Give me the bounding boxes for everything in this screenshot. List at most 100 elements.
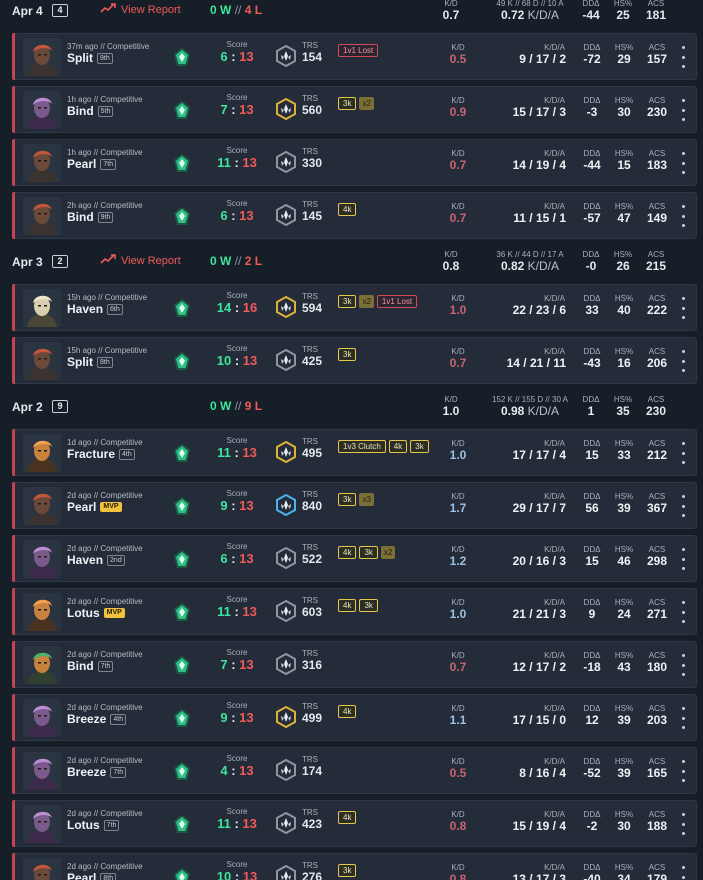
match-kd: K/D 0.7 bbox=[449, 347, 467, 370]
match-badges: 3k bbox=[338, 864, 430, 877]
match-dd: DDΔ -43 bbox=[583, 347, 601, 370]
day-dd: DDΔ 1 bbox=[582, 395, 600, 419]
more-options-icon[interactable] bbox=[679, 46, 687, 68]
match-row[interactable]: 15h ago // Competitive Split 8th Score 10 : … bbox=[12, 337, 697, 384]
match-dd: DDΔ -57 bbox=[583, 202, 601, 225]
match-row[interactable]: 1h ago // Competitive Pearl 7th Score 11 : 1… bbox=[12, 139, 697, 186]
rank-icon-gold bbox=[276, 705, 296, 729]
match-score: Score 9 : 13 bbox=[220, 489, 254, 513]
match-row[interactable]: 2d ago // Competitive Pearl MVP Score 9 : 13… bbox=[12, 482, 697, 529]
more-options-icon[interactable] bbox=[679, 350, 687, 372]
match-hs: HS% 29 bbox=[614, 43, 634, 66]
match-badge: x2 bbox=[359, 295, 374, 308]
match-time-mode: 2h ago // Competitive bbox=[67, 201, 143, 210]
match-row[interactable]: 37m ago // Competitive Split 9th Score 6 : 1… bbox=[12, 33, 697, 80]
match-row[interactable]: 2d ago // Competitive Breeze 4th Score 9 : 1… bbox=[12, 694, 697, 741]
match-dd: DDΔ -44 bbox=[583, 149, 601, 172]
match-acs: ACS 183 bbox=[646, 149, 668, 172]
score-team: 9 bbox=[220, 710, 228, 725]
match-hs: HS% 39 bbox=[614, 492, 634, 515]
match-map-name: Breeze bbox=[67, 712, 107, 726]
trend-down-icon bbox=[100, 3, 116, 16]
score-team: 14 bbox=[216, 300, 232, 315]
day-kd: K/D 1.0 bbox=[442, 395, 460, 419]
match-time-mode: 2d ago // Competitive bbox=[67, 756, 143, 765]
day-losses: 9 L bbox=[244, 399, 263, 413]
match-map-line: Split 8th bbox=[67, 355, 113, 369]
agent-dark-icon bbox=[23, 144, 61, 182]
match-row[interactable]: 15h ago // Competitive Haven 6th Score 14 : … bbox=[12, 284, 697, 331]
day-losses: 2 L bbox=[244, 254, 263, 268]
match-row[interactable]: 2d ago // Competitive Bind 7th Score 7 : 13 T… bbox=[12, 641, 697, 688]
more-options-icon[interactable] bbox=[679, 99, 687, 121]
more-options-icon[interactable] bbox=[679, 707, 687, 729]
match-row[interactable]: 2d ago // Competitive Lotus 7th Score 11 : 1… bbox=[12, 800, 697, 847]
match-row[interactable]: 2h ago // Competitive Bind 9th Score 6 : 13 T… bbox=[12, 192, 697, 239]
match-trs: TRS 145 bbox=[302, 200, 323, 223]
day-kd: K/D 0.8 bbox=[442, 250, 460, 274]
day-dd: DDΔ -44 bbox=[582, 0, 600, 22]
day-win-loss: 0 W // 4 L bbox=[210, 3, 262, 17]
match-row[interactable]: 1h ago // Competitive Bind 5th Score 7 : 13 T… bbox=[12, 86, 697, 133]
more-options-icon[interactable] bbox=[679, 495, 687, 517]
match-badge: 3k bbox=[338, 97, 357, 110]
rank-icon bbox=[174, 207, 190, 225]
match-map-name: Lotus bbox=[67, 606, 100, 620]
match-dd: DDΔ -52 bbox=[583, 757, 601, 780]
more-options-icon[interactable] bbox=[679, 760, 687, 782]
match-placement-badge: 7th bbox=[103, 819, 120, 831]
day-wins: 0 W bbox=[210, 254, 232, 268]
match-kda: K/D/A 8 / 16 / 4 bbox=[519, 757, 566, 780]
match-badges: 1v3 Clutch 4k 3k bbox=[338, 440, 430, 453]
more-options-icon[interactable] bbox=[679, 813, 687, 835]
rank-icon-gray bbox=[276, 348, 296, 372]
more-options-icon[interactable] bbox=[679, 442, 687, 464]
more-options-icon[interactable] bbox=[679, 297, 687, 319]
match-row[interactable]: 2d ago // Competitive Haven 2nd Score 6 : 13… bbox=[12, 535, 697, 582]
match-time-mode: 15h ago // Competitive bbox=[67, 293, 148, 302]
more-options-icon[interactable] bbox=[679, 601, 687, 623]
match-placement-badge: 4th bbox=[119, 448, 135, 460]
match-dd: DDΔ 15 bbox=[583, 439, 601, 462]
match-acs: ACS 271 bbox=[646, 598, 668, 621]
match-row[interactable]: 1d ago // Competitive Fracture 4th Score 11 … bbox=[12, 429, 697, 476]
more-options-icon[interactable] bbox=[679, 152, 687, 174]
match-row[interactable]: 2d ago // Competitive Breeze 7th Score 4 : 1… bbox=[12, 747, 697, 794]
match-map-name: Haven bbox=[67, 553, 104, 567]
match-kd: K/D 0.7 bbox=[449, 651, 467, 674]
view-report-link[interactable]: View Report bbox=[100, 254, 181, 267]
day-acs: ACS 181 bbox=[645, 0, 667, 22]
match-acs: ACS 165 bbox=[646, 757, 668, 780]
match-trs: TRS 840 bbox=[302, 490, 323, 513]
match-acs: ACS 222 bbox=[646, 294, 668, 317]
match-kda: K/D/A 9 / 17 / 2 bbox=[519, 43, 566, 66]
match-kd: K/D 0.8 bbox=[449, 810, 467, 833]
match-placement-badge: 4th bbox=[110, 713, 127, 725]
more-options-icon[interactable] bbox=[679, 548, 687, 570]
day-hs: HS% 26 bbox=[613, 250, 633, 274]
score-team: 11 bbox=[217, 155, 231, 170]
rank-icon bbox=[174, 444, 190, 462]
match-row[interactable]: 2d ago // Competitive Lotus MVP Score 11 : 1… bbox=[12, 588, 697, 635]
match-map-line: Bind 9th bbox=[67, 210, 114, 224]
match-kda: K/D/A 22 / 23 / 6 bbox=[512, 294, 566, 317]
loss-indicator-bar bbox=[12, 588, 15, 635]
match-hs: HS% 34 bbox=[614, 863, 634, 880]
more-options-icon[interactable] bbox=[679, 654, 687, 676]
more-options-icon[interactable] bbox=[679, 866, 687, 880]
rank-icon bbox=[174, 815, 190, 833]
view-report-link[interactable]: View Report bbox=[100, 3, 181, 16]
match-placement-badge: 6th bbox=[107, 303, 123, 315]
agent-orange-icon bbox=[23, 434, 61, 472]
day-kd: K/D 0.7 bbox=[442, 0, 460, 22]
match-badges: 4k 3k bbox=[338, 599, 430, 612]
agent-purple-icon bbox=[23, 752, 61, 790]
match-badges: 3k x3 bbox=[338, 493, 430, 506]
match-acs: ACS 188 bbox=[646, 810, 668, 833]
match-time-mode: 37m ago // Competitive bbox=[67, 42, 150, 51]
match-kda: K/D/A 13 / 17 / 3 bbox=[512, 863, 566, 880]
match-row[interactable]: 2d ago // Competitive Pearl 8th Score 10 : 1… bbox=[12, 853, 697, 880]
more-options-icon[interactable] bbox=[679, 205, 687, 227]
match-trs: TRS 423 bbox=[302, 808, 323, 831]
match-placement-badge: 7th bbox=[100, 158, 117, 170]
